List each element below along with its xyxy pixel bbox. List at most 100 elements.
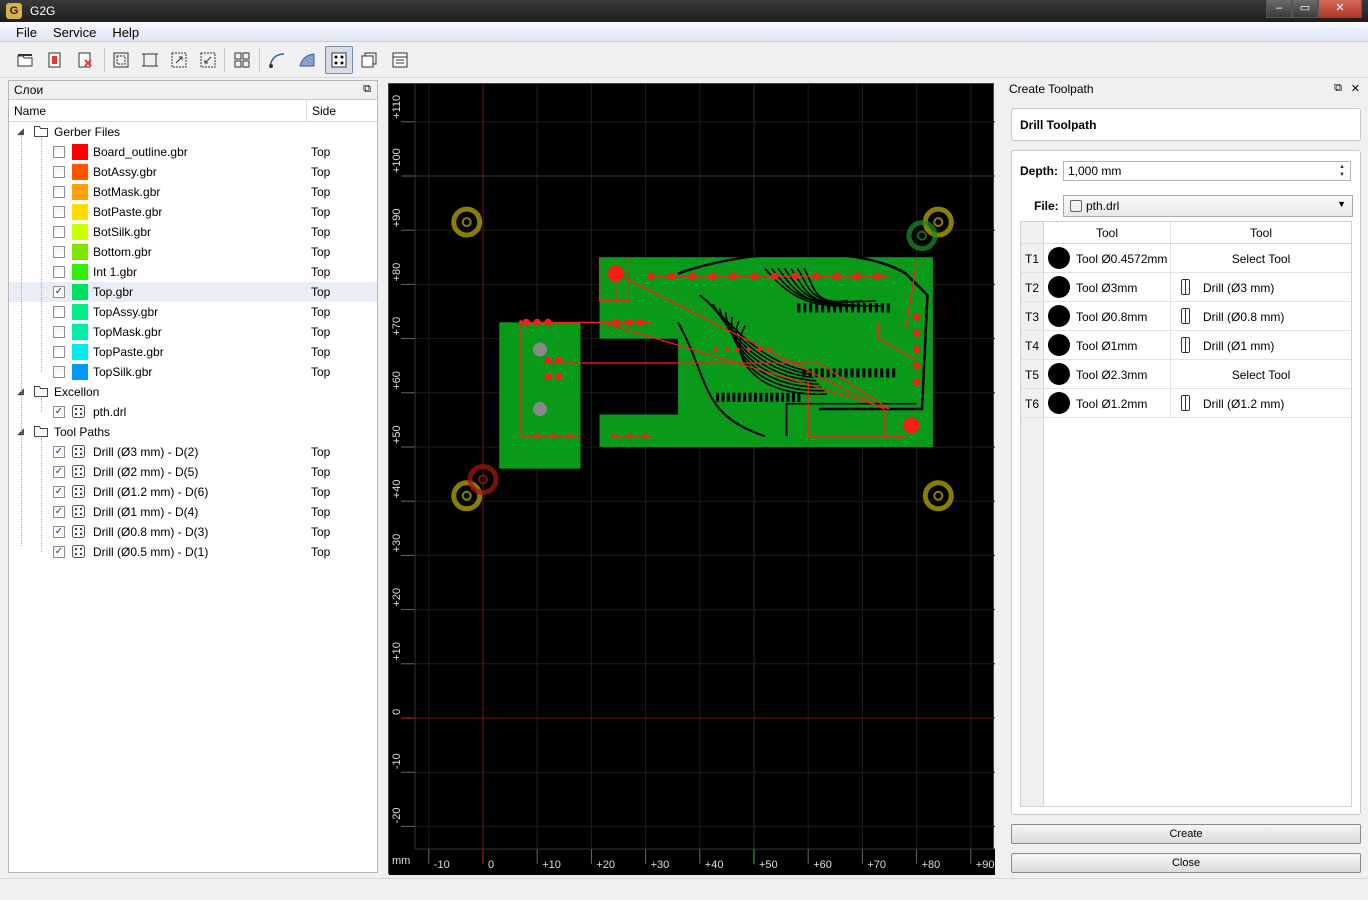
menu-file[interactable]: File [8, 22, 45, 41]
layer-side: Top [311, 165, 331, 179]
tool-row: T3 Tool Ø0.8mm Drill (Ø0.8 mm) [1021, 302, 1351, 331]
tree-group-gerber-files[interactable]: ◢ Gerber Files [9, 122, 377, 142]
open-folder-icon[interactable] [11, 46, 39, 74]
layer-checkbox[interactable]: ✓ [53, 526, 65, 538]
tool-assign-cell[interactable]: Drill (Ø1 mm) [1171, 331, 1351, 359]
column-tool-assign[interactable]: Tool [1171, 222, 1351, 243]
pocket-path-icon[interactable] [293, 46, 321, 74]
maximize-button[interactable]: ▭ [1292, 0, 1318, 18]
zoom-out-icon[interactable] [194, 46, 222, 74]
drill-hole [544, 372, 552, 381]
layer-color-swatch[interactable] [72, 164, 88, 180]
layer-checkbox[interactable] [53, 166, 65, 178]
layer-color-swatch[interactable] [72, 344, 88, 360]
layer-color-swatch[interactable] [72, 324, 88, 340]
profile-path-icon[interactable] [263, 46, 291, 74]
layer-checkbox[interactable] [53, 326, 65, 338]
layer-checkbox[interactable]: ✓ [53, 546, 65, 558]
undock-icon[interactable]: ⧉ [1334, 82, 1342, 95]
layer-color-swatch[interactable] [72, 224, 88, 240]
tree-item[interactable]: BotPaste.gbr Top [9, 202, 377, 222]
tree-item[interactable]: ✓ Drill (Ø2 mm) - D(5) Top [9, 462, 377, 482]
layer-checkbox[interactable] [53, 246, 65, 258]
tool-assign-cell[interactable]: Select Tool [1171, 360, 1351, 388]
depth-spinner[interactable]: ▲ ▼ [1336, 163, 1348, 179]
pcb-canvas[interactable]: -10 0 +10 +20 +30 +40 +50 +60 +70 +80 +90 +110 +100 +… [388, 83, 995, 875]
layer-checkbox[interactable] [53, 146, 65, 158]
tree-item[interactable]: Bottom.gbr Top [9, 242, 377, 262]
tree-item[interactable]: ✓ Drill (Ø3 mm) - D(2) Top [9, 442, 377, 462]
close-button[interactable]: Close [1011, 853, 1361, 873]
tree-item[interactable]: BotSilk.gbr Top [9, 222, 377, 242]
column-tool[interactable]: Tool [1044, 222, 1171, 243]
layer-checkbox[interactable] [53, 206, 65, 218]
minimize-button[interactable]: ‒ [1266, 0, 1292, 18]
file-select[interactable]: pth.drl ▼ [1063, 195, 1353, 217]
settings-icon[interactable] [386, 46, 414, 74]
column-side[interactable]: Side [307, 100, 341, 121]
tree-item[interactable]: ✓ Drill (Ø0.8 mm) - D(3) Top [9, 522, 377, 542]
tool-assign-cell[interactable]: Drill (Ø0.8 mm) [1171, 302, 1351, 330]
tree-item[interactable]: ✓ Top.gbr Top [9, 282, 377, 302]
tool-assign-cell[interactable]: Drill (Ø3 mm) [1171, 273, 1351, 301]
tree-item[interactable]: ✓ pth.drl [9, 402, 377, 422]
tree-item[interactable]: TopSilk.gbr Top [9, 362, 377, 382]
layer-color-swatch[interactable] [72, 284, 88, 300]
layer-color-swatch[interactable] [72, 204, 88, 220]
menu-service[interactable]: Service [45, 22, 104, 41]
zoom-in-icon[interactable] [165, 46, 193, 74]
menu-help[interactable]: Help [104, 22, 147, 41]
tree-group-excellon[interactable]: ◢ Excellon [9, 382, 377, 402]
create-button[interactable]: Create [1011, 824, 1361, 844]
tree-item[interactable]: ✓ Drill (Ø0.5 mm) - D(1) Top [9, 542, 377, 562]
tool-id: T6 [1021, 389, 1044, 417]
layer-checkbox[interactable]: ✓ [53, 466, 65, 478]
layer-color-swatch[interactable] [72, 184, 88, 200]
drill-path-icon[interactable] [325, 46, 353, 74]
layer-checkbox[interactable] [53, 366, 65, 378]
zoom-fit-icon[interactable] [107, 46, 135, 74]
layer-checkbox[interactable] [53, 226, 65, 238]
layer-color-swatch[interactable] [72, 304, 88, 320]
layer-checkbox[interactable] [53, 306, 65, 318]
layer-color-swatch[interactable] [72, 144, 88, 160]
tree-item[interactable]: ✓ Drill (Ø1.2 mm) - D(6) Top [9, 482, 377, 502]
tree-item[interactable]: BotMask.gbr Top [9, 182, 377, 202]
tree-item[interactable]: Board_outline.gbr Top [9, 142, 377, 162]
pcb-view[interactable]: -10 0 +10 +20 +30 +40 +50 +60 +70 +80 +90+110+100+… [389, 84, 995, 875]
open-gerber-icon[interactable] [41, 46, 69, 74]
layer-checkbox[interactable]: ✓ [53, 506, 65, 518]
close-file-icon[interactable] [71, 46, 99, 74]
tree-item[interactable]: TopAssy.gbr Top [9, 302, 377, 322]
select-tool-button[interactable]: Select Tool [1171, 252, 1351, 266]
tree-item[interactable]: BotAssy.gbr Top [9, 162, 377, 182]
tool-row: T5 Tool Ø2.3mm Select Tool [1021, 360, 1351, 389]
column-name[interactable]: Name [9, 100, 307, 121]
close-window-button[interactable]: ✕ [1318, 0, 1362, 18]
tree-item[interactable]: ✓ Drill (Ø1 mm) - D(4) Top [9, 502, 377, 522]
tool-assign-cell[interactable]: Drill (Ø1.2 mm) [1171, 389, 1351, 417]
layer-checkbox[interactable]: ✓ [53, 486, 65, 498]
group-icon[interactable] [228, 46, 256, 74]
close-icon[interactable]: ✕ [1351, 82, 1360, 95]
layer-color-swatch[interactable] [72, 244, 88, 260]
layer-checkbox[interactable] [53, 266, 65, 278]
tree-item[interactable]: TopMask.gbr Top [9, 322, 377, 342]
tree-item[interactable]: Int 1.gbr Top [9, 262, 377, 282]
zoom-board-icon[interactable] [136, 46, 164, 74]
undock-icon[interactable]: ⧉ [363, 83, 371, 96]
layer-checkbox[interactable] [53, 346, 65, 358]
layer-checkbox[interactable]: ✓ [53, 286, 65, 298]
tree-item[interactable]: TopPaste.gbr Top [9, 342, 377, 362]
tool-assign-cell[interactable]: Select Tool [1171, 244, 1351, 272]
layer-name: BotPaste.gbr [93, 205, 163, 219]
layer-checkbox[interactable]: ✓ [53, 406, 65, 418]
layers-icon[interactable] [355, 46, 383, 74]
layer-checkbox[interactable]: ✓ [53, 446, 65, 458]
layer-color-swatch[interactable] [72, 364, 88, 380]
tree-group-tool-paths[interactable]: ◢ Tool Paths [9, 422, 377, 442]
layer-checkbox[interactable] [53, 186, 65, 198]
depth-field[interactable]: 1,000 mm ▲ ▼ [1063, 161, 1351, 181]
layer-color-swatch[interactable] [72, 264, 88, 280]
select-tool-button[interactable]: Select Tool [1171, 368, 1351, 382]
